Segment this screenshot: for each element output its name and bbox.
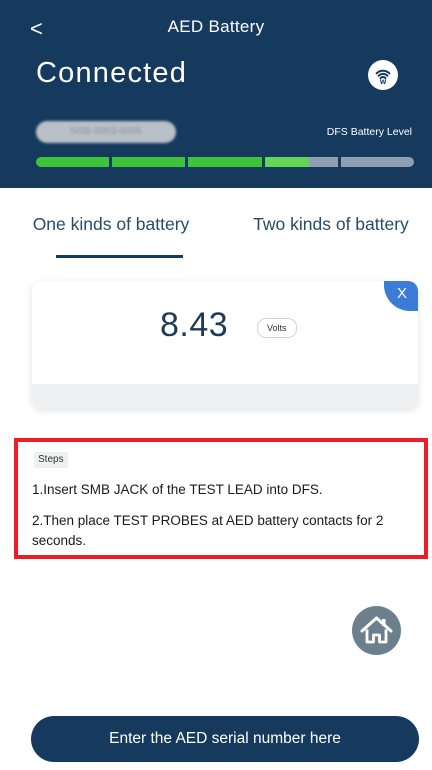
battery-level-bar [36,157,415,167]
battery-level-segment [264,157,338,167]
wifi-icon[interactable]: W [368,60,398,90]
voltage-unit-badge: Volts [257,318,297,338]
tab-two-kinds-battery[interactable]: Two kinds of battery [231,213,431,236]
connection-status: Connected [36,57,188,89]
active-tab-indicator [56,255,183,258]
voltage-value: 8.43 [160,306,229,344]
step-2: 2.Then place TEST PROBES at AED battery … [32,513,384,548]
tab-one-kind-battery[interactable]: One kinds of battery [11,213,211,236]
page-title: AED Battery [167,17,265,36]
step-1: 1.Insert SMB JACK of the TEST LEAD into … [32,482,323,497]
app-header: < AED Battery Connected W NSB-0003-0006 … [0,0,432,188]
home-icon[interactable] [352,606,401,655]
steps-panel: Steps 1.Insert SMB JACK of the TEST LEAD… [14,438,428,559]
battery-level-segment [112,157,186,167]
enter-serial-button[interactable]: Enter the AED serial number here [31,716,419,762]
battery-level-segment [188,157,262,167]
voltage-card-footer [32,384,418,408]
svg-text:W: W [380,79,387,86]
battery-level-segment [36,157,110,167]
battery-level-label: DFS Battery Level [326,126,412,138]
serial-number-badge: NSB-0003-0006 [36,121,176,143]
close-button[interactable]: X [384,281,418,311]
voltage-card: 8.43 Volts X [32,281,418,408]
battery-level-segment [340,157,415,167]
steps-tag: Steps [34,452,68,468]
